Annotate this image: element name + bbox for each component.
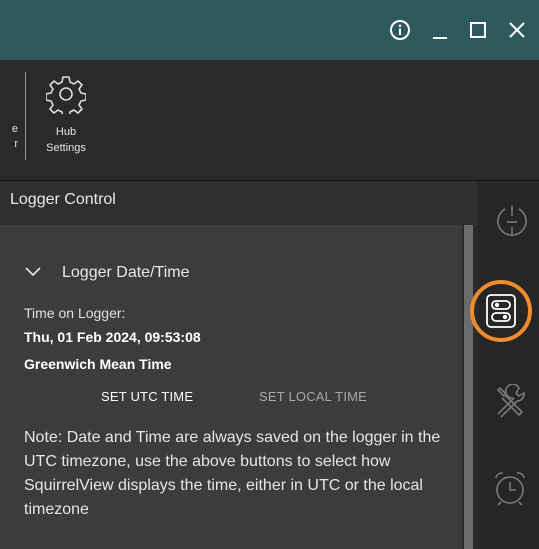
timezone-note: Note: Date and Time are always saved on … bbox=[24, 429, 441, 518]
maximize-icon[interactable] bbox=[466, 16, 490, 44]
tools-icon[interactable] bbox=[490, 382, 530, 422]
close-icon[interactable] bbox=[504, 16, 530, 44]
chevron-down-icon bbox=[24, 264, 42, 282]
hub-settings-button[interactable]: Hub Settings bbox=[38, 72, 94, 168]
ribbon-divider bbox=[25, 72, 26, 160]
alarm-clock-icon[interactable] bbox=[490, 468, 530, 508]
hub-settings-label: Hub Settings bbox=[46, 126, 86, 154]
minimize-icon[interactable] bbox=[428, 16, 452, 44]
title-bar bbox=[0, 0, 539, 60]
set-utc-time-button[interactable]: SET UTC TIME bbox=[101, 389, 193, 404]
section-title: Logger Date/Time bbox=[62, 264, 190, 281]
gear-icon bbox=[45, 74, 87, 119]
logger-time-value: Thu, 01 Feb 2024, 09:53:08 bbox=[24, 329, 201, 345]
panel-title: Logger Control bbox=[10, 191, 116, 208]
logger-control-icon[interactable] bbox=[481, 291, 521, 331]
logger-datetime-section-toggle[interactable]: Logger Date/Time bbox=[24, 262, 189, 284]
gauge-icon[interactable] bbox=[492, 202, 532, 242]
logger-timezone: Greenwich Mean Time bbox=[24, 356, 172, 372]
ribbon-item-partial-label[interactable]: e r bbox=[0, 122, 18, 152]
set-local-time-button[interactable]: SET LOCAL TIME bbox=[259, 389, 367, 404]
time-on-logger-label: Time on Logger: bbox=[24, 305, 126, 321]
info-icon[interactable] bbox=[386, 16, 414, 44]
scrollbar[interactable] bbox=[464, 225, 473, 549]
panel-header: Logger Control bbox=[0, 181, 478, 225]
